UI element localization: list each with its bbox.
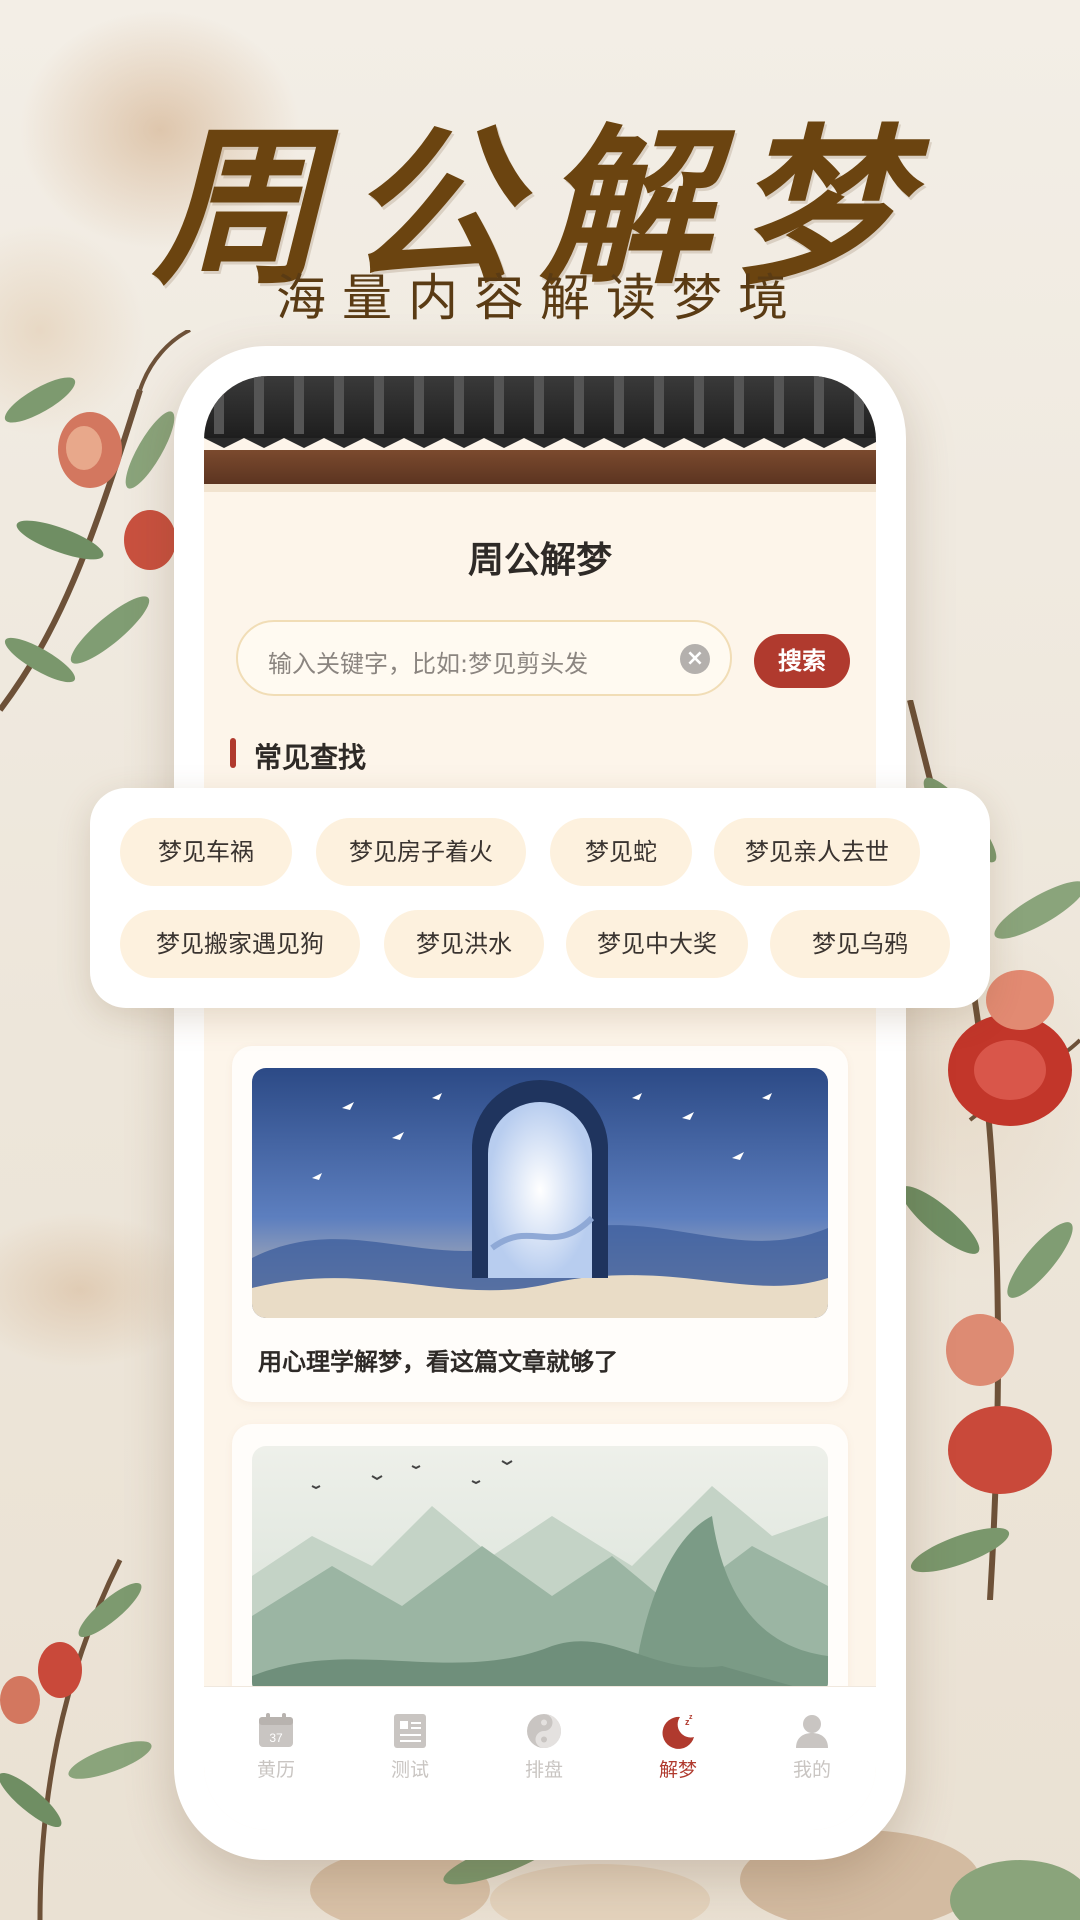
close-circle-icon[interactable]: × (680, 644, 710, 674)
tab-label: 我的 (792, 1759, 831, 1781)
app-title: 周公解梦 (467, 540, 612, 581)
floral-decoration-bottom-left (0, 1558, 152, 1920)
tab-label: 解梦 (658, 1759, 697, 1781)
section-title: 常见查找 (254, 741, 367, 774)
search-input[interactable]: 输入关键字，比如:梦见剪头发 × (236, 620, 732, 696)
article-card[interactable]: 用心理学解梦，看这篇文章就够了 (232, 1046, 848, 1402)
tab-label: 排盘 (524, 1759, 563, 1781)
roof-tiles-illustration (204, 376, 876, 492)
floral-decoration-left (0, 330, 191, 712)
popular-search-chip[interactable]: 梦见洪水 (384, 910, 544, 978)
search-placeholder: 输入关键字，比如:梦见剪头发 (268, 650, 589, 678)
document-icon (394, 1714, 426, 1748)
tab-test[interactable]: 测试 (360, 1711, 460, 1791)
popular-search-chip[interactable]: 梦见乌鸦 (770, 910, 950, 978)
svg-text:z: z (689, 1714, 693, 1721)
popular-searches-panel: 梦见车祸 梦见房子着火 梦见蛇 梦见亲人去世 梦见搬家遇见狗 梦见洪水 梦见中大… (90, 788, 990, 1008)
article-title: 用心理学解梦，看这篇文章就够了 (258, 1348, 618, 1376)
popular-search-chip[interactable]: 梦见搬家遇见狗 (120, 910, 360, 978)
tab-calendar[interactable]: 37 黄历 (226, 1711, 326, 1791)
popular-search-chip[interactable]: 梦见房子着火 (316, 818, 526, 886)
popular-search-chip[interactable]: 梦见亲人去世 (714, 818, 920, 886)
tab-profile[interactable]: 我的 (762, 1711, 862, 1791)
tab-chart[interactable]: 排盘 (494, 1711, 594, 1791)
tab-label: 黄历 (256, 1759, 295, 1781)
app-screen: 周公解梦 输入关键字，比如:梦见剪头发 × 搜索 常见查找 用心理学解梦，看这篇… (204, 376, 876, 1830)
tab-label: 测试 (390, 1759, 429, 1781)
popular-search-chip[interactable]: 梦见蛇 (550, 818, 692, 886)
yin-yang-icon (527, 1714, 561, 1748)
dream-portal-illustration (252, 1068, 828, 1318)
tab-dream[interactable]: z z 解梦 (628, 1711, 728, 1791)
hero-subtitle: 海量内容解读梦境 (276, 269, 804, 327)
section-marker (230, 738, 236, 768)
user-icon (796, 1715, 828, 1748)
svg-text:37: 37 (269, 1731, 283, 1745)
popular-search-chip[interactable]: 梦见车祸 (120, 818, 292, 886)
bottom-tab-bar: 37 黄历 测试 排盘 z z 解梦 我的 (204, 1686, 876, 1830)
popular-search-chip[interactable]: 梦见中大奖 (566, 910, 748, 978)
calendar-icon: 37 (259, 1713, 293, 1747)
search-button[interactable]: 搜索 (754, 634, 850, 688)
moon-sleep-icon: z z (662, 1714, 694, 1749)
misty-mountains-illustration (252, 1446, 828, 1696)
